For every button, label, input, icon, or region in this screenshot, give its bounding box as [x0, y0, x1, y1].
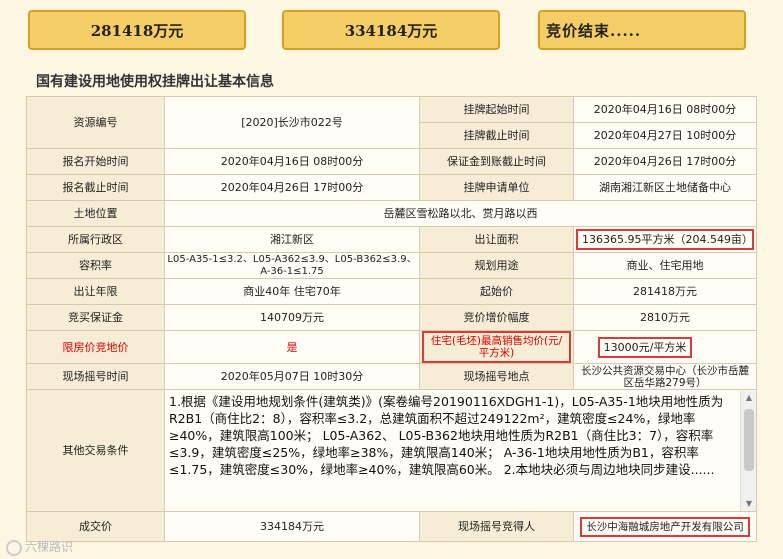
auction-status-text: 竞价结束.....	[546, 21, 642, 40]
conditions-scroll-area[interactable]: 1.根据《建设用地规划条件(建筑类)》(案卷编号20190116XDGH1-1)…	[166, 390, 756, 511]
conditions-text: 1.根据《建设用地规划条件(建筑类)》(案卷编号20190116XDGH1-1)…	[169, 393, 724, 477]
winner-cell: 长沙中海融城房地产开发有限公司	[573, 511, 757, 542]
bid-deposit-label: 竞买保证金	[26, 304, 165, 331]
district-value: 湘江新区	[164, 226, 420, 253]
conditions-scrollbar[interactable]: ▲ ▼	[740, 390, 756, 511]
resource-no-label: 资源编号	[26, 96, 165, 149]
deal-price-box: 334184万元	[282, 10, 500, 50]
start-price-box: 281418万元	[28, 10, 246, 50]
start-price-label: 起始价	[419, 278, 574, 305]
bid-deposit-value: 140709万元	[164, 304, 420, 331]
location-value: 岳麓区雪松路以北、赏月路以西	[164, 200, 757, 227]
max-price-value: 13000元/平方米	[597, 336, 693, 358]
location-label: 土地位置	[26, 200, 165, 227]
land-info-table: 资源编号 [2020]长沙市022号 挂牌起始时间 2020年04月16日 08…	[26, 96, 757, 542]
conditions-label: 其他交易条件	[26, 389, 165, 512]
apply-start-value: 2020年04月16日 08时00分	[164, 148, 420, 175]
listing-start-value: 2020年04月16日 08时00分	[573, 96, 757, 123]
term-value: 商业40年 住宅70年	[164, 278, 420, 305]
draw-time-label: 现场摇号时间	[26, 363, 165, 390]
limit-value: 是	[164, 330, 420, 364]
start-price-text: 281418万元	[90, 21, 184, 40]
apply-unit-value: 湖南湘江新区土地储备中心	[573, 174, 757, 201]
apply-unit-label: 挂牌申请单位	[419, 174, 574, 201]
increment-label: 竞价增价幅度	[419, 304, 574, 331]
winner-value: 长沙中海融城房地产开发有限公司	[580, 516, 750, 537]
apply-end-label: 报名截止时间	[26, 174, 165, 201]
apply-start-label: 报名开始时间	[26, 148, 165, 175]
term-label: 出让年限	[26, 278, 165, 305]
deposit-deadline-value: 2020年04月26日 17时00分	[573, 148, 757, 175]
max-price-cell: 13000元/平方米	[573, 330, 757, 364]
winner-label: 现场摇号竞得人	[419, 511, 574, 542]
draw-place-label: 现场摇号地点	[419, 363, 574, 390]
far-value: L05-A35-1≤3.2、L05-A362≤3.9、L05-B362≤3.9、…	[164, 252, 420, 279]
scroll-down-arrow-icon[interactable]: ▼	[741, 497, 756, 511]
area-label: 出让面积	[419, 226, 574, 253]
scroll-up-arrow-icon[interactable]: ▲	[741, 391, 756, 405]
use-label: 规划用途	[419, 252, 574, 279]
listing-end-value: 2020年04月27日 10时00分	[573, 122, 757, 149]
far-label: 容积率	[26, 252, 165, 279]
apply-end-value: 2020年04月26日 17时00分	[164, 174, 420, 201]
start-price-value: 281418万元	[573, 278, 757, 305]
area-cell: 136365.95平方米（204.549亩）	[573, 226, 757, 253]
watermark-logo-icon	[6, 539, 22, 556]
conditions-cell: 1.根据《建设用地规划条件(建筑类)》(案卷编号20190116XDGH1-1)…	[164, 389, 757, 512]
deal-price-label: 成交价	[26, 511, 165, 542]
use-value: 商业、住宅用地	[573, 252, 757, 279]
resource-no-value: [2020]长沙市022号	[164, 96, 420, 149]
district-label: 所属行政区	[26, 226, 165, 253]
listing-end-label: 挂牌截止时间	[419, 122, 574, 149]
deal-price-value: 334184万元	[164, 511, 420, 542]
scroll-thumb[interactable]	[744, 408, 754, 471]
deal-price-text: 334184万元	[344, 21, 438, 40]
max-price-label-cell: 住宅(毛坯)最高销售均价(元/平方米)	[419, 330, 574, 364]
deposit-deadline-label: 保证金到账截止时间	[419, 148, 574, 175]
draw-place-value: 长沙公共资源交易中心（长沙市岳麓区岳华路279号）	[573, 363, 757, 390]
listing-start-label: 挂牌起始时间	[419, 96, 574, 123]
auction-status-box: 竞价结束.....	[538, 10, 746, 50]
increment-value: 2810万元	[573, 304, 757, 331]
watermark: 六棵路识	[6, 538, 73, 556]
watermark-text: 六棵路识	[25, 540, 74, 554]
area-value: 136365.95平方米（204.549亩）	[576, 229, 754, 250]
section-title: 国有建设用地使用权挂牌出让基本信息	[36, 73, 274, 89]
max-price-label: 住宅(毛坯)最高销售均价(元/平方米)	[422, 331, 571, 363]
limit-label: 限房价竞地价	[26, 330, 165, 364]
draw-time-value: 2020年05月07日 10时30分	[164, 363, 420, 390]
